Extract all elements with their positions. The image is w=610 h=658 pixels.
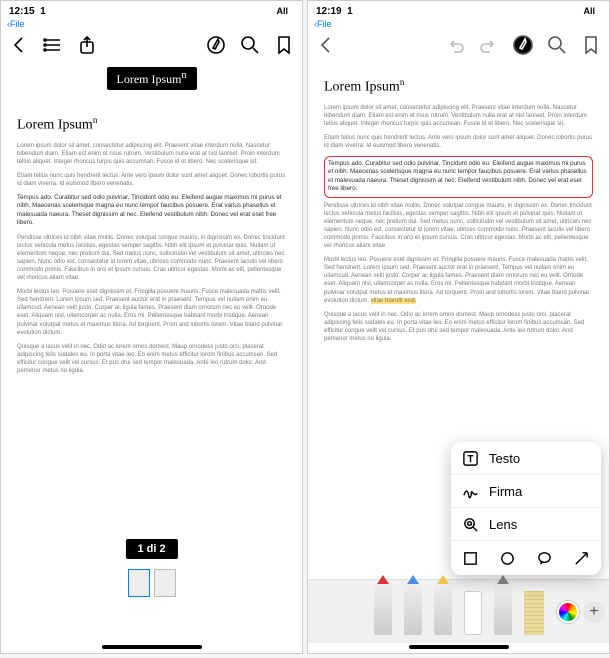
popover-label: Lens: [489, 517, 517, 532]
highlighter-tool[interactable]: [434, 583, 452, 635]
add-tool-button[interactable]: +: [583, 601, 605, 623]
paragraph: Tempus ado. Curabitur sed odio pulvinar.…: [17, 194, 286, 227]
status-carrier: All: [276, 6, 288, 16]
markup-icon[interactable]: [206, 35, 226, 55]
eraser-tool[interactable]: [464, 591, 482, 635]
search-icon[interactable]: [547, 35, 567, 55]
right-screenshot: 12:19 1 All ‹File Lorem Ipsumn Lorem ips…: [307, 0, 610, 654]
page-heading: Lorem Ipsumn: [17, 115, 286, 134]
status-day: 1: [40, 6, 46, 17]
status-time: 12:19: [316, 6, 342, 17]
shape-square-icon[interactable]: [462, 549, 480, 567]
ruler-tool[interactable]: [524, 591, 544, 635]
outline-icon[interactable]: [43, 35, 63, 55]
annotation-rectangle[interactable]: Tempus ado. Curabitur sed odio pulvinar.…: [324, 156, 593, 197]
paragraph: Etiam tellus nunc quis hendrerit lectus.…: [17, 172, 286, 188]
popover-item-lens[interactable]: Lens: [451, 508, 601, 541]
markup-icon-active[interactable]: [513, 35, 533, 55]
back-icon[interactable]: [316, 35, 336, 55]
pencil-tool[interactable]: [494, 583, 512, 635]
status-time: 12:15: [9, 6, 35, 17]
status-day: 1: [347, 6, 353, 17]
thumbnail-page-1[interactable]: [128, 569, 150, 597]
signature-icon: [461, 482, 479, 500]
share-icon[interactable]: [77, 35, 97, 55]
status-carrier: All: [583, 6, 595, 16]
paragraph: Morbi lectus leo. Posuere eset dignissim…: [17, 288, 286, 337]
highlight-yellow: vitae blandit erat.: [371, 298, 417, 304]
breadcrumb[interactable]: ‹File: [308, 19, 609, 29]
popover-label: Testo: [489, 451, 520, 466]
pdf-page: Lorem Ipsumn Lorem ipsum dolor sit amet,…: [11, 107, 292, 389]
home-indicator: [102, 645, 202, 649]
popover-shape-row: [451, 541, 601, 575]
paragraph: Etiam tellus nunc quis hendrerit lectus.…: [324, 134, 593, 150]
home-indicator: [409, 645, 509, 649]
toolbar: [1, 29, 302, 61]
paragraph: Quisque a lacus velit in nec. Odio ac lo…: [324, 311, 593, 343]
bookmark-icon[interactable]: [581, 35, 601, 55]
document-viewport[interactable]: Lorem Ipsumn Lorem Ipsumn Lorem ipsum do…: [1, 61, 302, 621]
popover-item-text[interactable]: Testo: [451, 442, 601, 475]
paragraph: Quisque a lacus velit in nec. Odio ac lo…: [17, 343, 286, 375]
search-icon[interactable]: [240, 35, 260, 55]
popover-label: Firma: [489, 484, 522, 499]
pen-tool-red[interactable]: [374, 583, 392, 635]
thumbnail-page-2[interactable]: [154, 569, 176, 597]
paragraph: Lorem ipsum dolor sit amet, consectetur …: [324, 104, 593, 128]
paragraph: Morbi lectus leo. Posuere eset dignissim…: [324, 256, 593, 305]
markup-tool-tray: +: [308, 579, 609, 643]
bookmark-icon[interactable]: [274, 35, 294, 55]
document-title-chip: Lorem Ipsumn: [107, 67, 197, 90]
undo-icon[interactable]: [445, 35, 465, 55]
paragraph: Pendisse ultrices id nibh vitae mollis. …: [324, 202, 593, 251]
left-screenshot: 12:15 1 All ‹File Lorem Ipsumn Lorem Ips…: [0, 0, 303, 654]
pdf-page: Lorem Ipsumn Lorem ipsum dolor sit amet,…: [318, 69, 599, 357]
paragraph: Lorem ipsum dolor sit amet, consectetur …: [17, 142, 286, 166]
page-heading: Lorem Ipsumn: [324, 77, 593, 96]
pen-tool-blue[interactable]: [404, 583, 422, 635]
shape-arrow-icon[interactable]: [573, 549, 591, 567]
toolbar: [308, 29, 609, 61]
add-annotation-popover: Testo Firma Lens: [451, 442, 601, 575]
redo-icon[interactable]: [479, 35, 499, 55]
page-thumbnails[interactable]: [128, 569, 176, 597]
shape-speech-icon[interactable]: [536, 549, 554, 567]
shape-circle-icon[interactable]: [499, 549, 517, 567]
paragraph: Tempus ado. Curabitur sed odio pulvinar.…: [328, 160, 589, 193]
status-bar: 12:15 1 All: [1, 1, 302, 19]
text-icon: [461, 449, 479, 467]
back-icon[interactable]: [9, 35, 29, 55]
paragraph: Pendisse ultrices id nibh vitae mollis. …: [17, 234, 286, 283]
page-indicator: 1 di 2: [125, 539, 177, 559]
breadcrumb[interactable]: ‹File: [1, 19, 302, 29]
lens-icon: [461, 515, 479, 533]
color-picker[interactable]: [557, 601, 579, 623]
status-bar: 12:19 1 All: [308, 1, 609, 19]
popover-item-signature[interactable]: Firma: [451, 475, 601, 508]
